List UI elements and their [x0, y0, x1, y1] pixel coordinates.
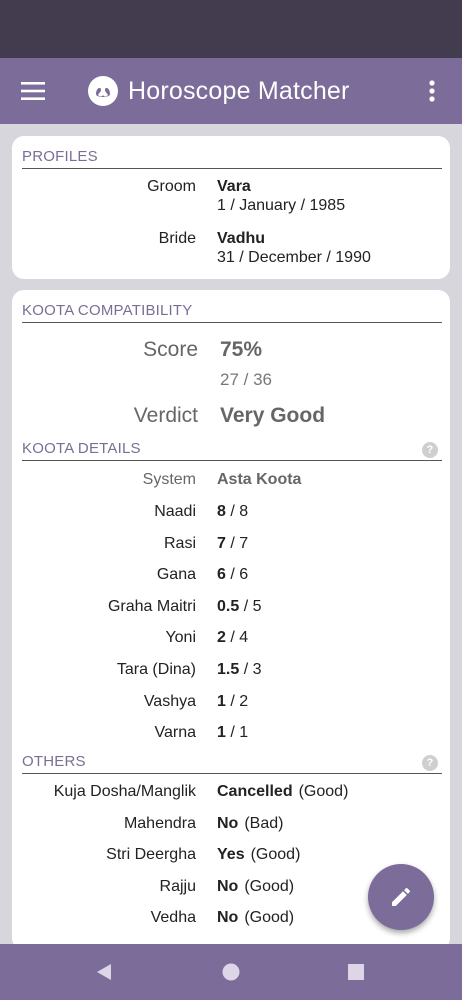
koota-row-max: / 5 [243, 597, 262, 615]
hamburger-menu-icon [21, 82, 45, 100]
others-row-note: (Good) [244, 877, 295, 895]
koota-row-label: Tara (Dina) [116, 661, 196, 678]
koota-row-label: Vashya [143, 692, 196, 710]
koota-row-value: 1 / 2 [217, 693, 248, 711]
bride-name: Vadhu [217, 230, 266, 247]
verdict-label: Verdict [133, 404, 198, 427]
pencil-edit-icon [392, 887, 410, 906]
groom-label: Groom [147, 178, 196, 195]
profiles-card: PROFILES Groom Vara 1 / January / 1985 B… [12, 136, 450, 279]
others-row-label: Mahendra [123, 814, 196, 832]
koota-row-score: 1 [217, 724, 226, 742]
others-row-value: No (Good) [217, 878, 294, 896]
others-row-status: No [217, 909, 239, 927]
others-title: OTHERS [22, 753, 86, 770]
app-bar: Horoscope Matcher [0, 58, 462, 124]
koota-row-score: 1 [217, 692, 226, 710]
koota-row-max: / 1 [230, 724, 249, 742]
koota-row-score: 6 [217, 566, 226, 584]
bride-label: Bride [158, 230, 196, 247]
verdict-value: Very Good [220, 404, 326, 427]
more-vert-icon [429, 80, 435, 102]
others-row-status: Yes [217, 846, 245, 864]
koota-row-score: 0.5 [217, 597, 240, 615]
bride-dob: 31 / December / 1990 [217, 249, 371, 266]
others-row-note: (Bad) [244, 814, 284, 832]
help-icon[interactable]: ? [422, 442, 438, 458]
koota-row-value: 7 / 7 [217, 535, 248, 553]
koota-row-max: / 8 [230, 503, 249, 520]
koota-row-value: 1 / 1 [217, 724, 248, 742]
others-row-label: Kuja Dosha/Manglik [53, 783, 196, 800]
koota-row-score: 2 [217, 629, 226, 647]
swan-logo-icon [88, 76, 118, 106]
koota-row-max: / 2 [230, 692, 249, 710]
others-row-value: Cancelled (Good) [217, 783, 348, 801]
nav-home-button[interactable] [217, 958, 245, 986]
koota-row-value: 8 / 8 [217, 503, 248, 521]
circle-home-icon [222, 963, 240, 981]
others-row-note: (Good) [250, 846, 301, 864]
others-row-note: (Good) [298, 783, 349, 800]
others-row-status: No [217, 877, 239, 895]
compatibility-heading: KOOTA COMPATIBILITY [22, 302, 442, 323]
others-row-value: No (Bad) [217, 815, 283, 833]
menu-button[interactable] [0, 58, 66, 124]
score-percent: 75% [220, 338, 263, 361]
score-label: Score [143, 338, 198, 361]
koota-row-max: / 4 [230, 629, 249, 647]
koota-row-label: Yoni [165, 629, 196, 647]
others-row-value: No (Good) [217, 909, 294, 927]
koota-row-max: / 6 [230, 566, 249, 584]
app-title: Horoscope Matcher [128, 76, 350, 105]
koota-card: KOOTA COMPATIBILITY Score 75% 27 / 36 Ve… [12, 290, 450, 950]
koota-row-value: 0.5 / 5 [217, 598, 262, 616]
others-row-label: Stri Deergha [106, 846, 196, 864]
groom-dob: 1 / January / 1985 [217, 197, 346, 214]
koota-row-score: 1.5 [217, 661, 240, 678]
koota-details-title: KOOTA DETAILS [22, 440, 141, 457]
square-recents-icon [348, 964, 364, 980]
koota-row-score: 8 [217, 503, 226, 520]
profiles-heading: PROFILES [22, 148, 442, 169]
others-row-status: Cancelled [217, 783, 293, 800]
triangle-back-icon [97, 964, 111, 980]
score-points-value: 27 [220, 370, 239, 389]
system-value: Asta Koota [217, 471, 302, 488]
status-bar [0, 0, 462, 58]
koota-row-value: 2 / 4 [217, 629, 248, 647]
others-row-value: Yes (Good) [217, 846, 300, 864]
score-points: 27 / 36 [220, 370, 272, 390]
system-nav-bar [0, 944, 462, 1000]
more-options-button[interactable] [412, 71, 452, 111]
koota-row-label: Rasi [163, 534, 196, 552]
groom-name: Vara [217, 178, 251, 195]
koota-row-label: Varna [154, 724, 196, 742]
others-row-status: No [217, 814, 239, 832]
koota-row-value: 6 / 6 [217, 566, 248, 584]
koota-row-max: / 3 [243, 661, 262, 678]
others-row-label: Vedha [150, 909, 196, 927]
nav-recents-button[interactable] [342, 958, 370, 986]
system-label: System [142, 471, 196, 488]
koota-row-label: Naadi [154, 503, 196, 520]
koota-row-value: 1.5 / 3 [217, 661, 262, 679]
koota-row-label: Gana [156, 566, 196, 584]
edit-fab-button[interactable] [368, 864, 434, 930]
koota-details-heading: KOOTA DETAILS ? [22, 440, 442, 461]
score-points-max: / 36 [243, 370, 273, 389]
koota-row-label: Graha Maitri [107, 597, 196, 615]
others-heading: OTHERS ? [22, 753, 442, 774]
nav-back-button[interactable] [90, 958, 118, 986]
help-icon[interactable]: ? [422, 755, 438, 771]
koota-row-max: / 7 [230, 534, 249, 552]
koota-row-score: 7 [217, 534, 226, 552]
others-row-label: Rajju [159, 877, 196, 895]
others-row-note: (Good) [244, 909, 295, 927]
